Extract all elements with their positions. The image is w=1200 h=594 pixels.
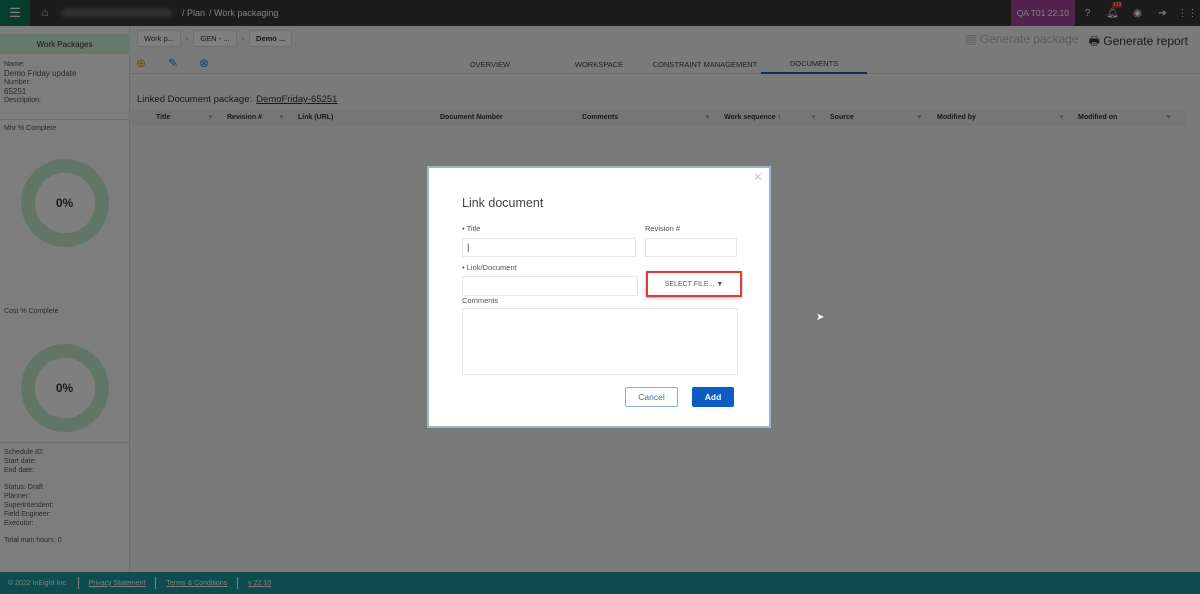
select-file-dropdown[interactable]: SELECT FILE... ▼: [646, 271, 742, 297]
title-input[interactable]: |: [462, 238, 636, 257]
revision-label: Revision #: [645, 224, 681, 233]
add-button[interactable]: Add: [692, 387, 734, 407]
revision-input[interactable]: [645, 238, 737, 257]
mouse-cursor-icon: ➤: [816, 312, 825, 323]
comments-textarea[interactable]: [462, 308, 738, 375]
cancel-button[interactable]: Cancel: [625, 387, 678, 407]
link-document-input[interactable]: [462, 276, 638, 296]
dialog-title: Link document: [462, 196, 544, 210]
close-icon[interactable]: ✕: [753, 170, 763, 184]
link-document-dialog: ✕ Link document • Title | Revision # • L…: [427, 166, 771, 428]
comments-label: Comments: [462, 296, 499, 305]
link-document-label: • Link/Document: [462, 263, 517, 272]
title-label: • Title: [462, 224, 481, 233]
